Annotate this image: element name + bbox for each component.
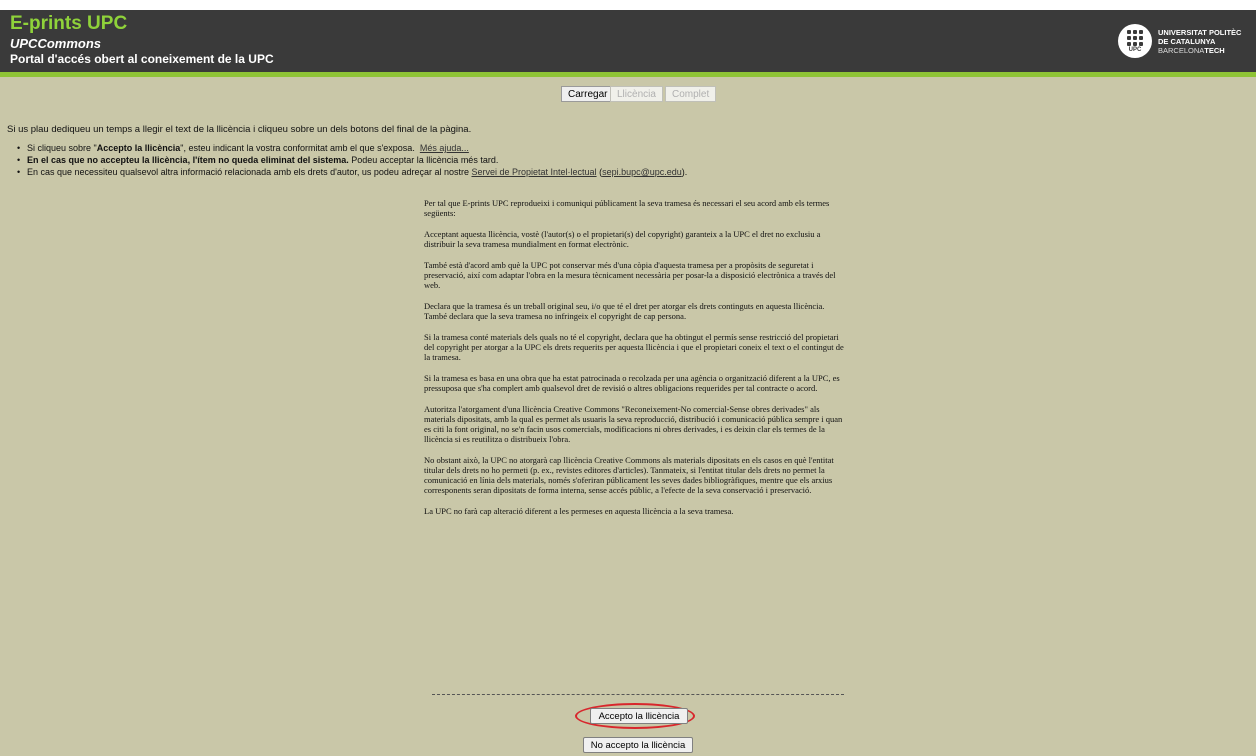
subtitle-c: C bbox=[37, 36, 47, 51]
instruction-item: En cas que necessiteu qualsevol altra in… bbox=[16, 166, 687, 178]
license-paragraph: Si la tramesa es basa en una obra que ha… bbox=[424, 373, 840, 393]
intro-text: Si us plau dediqueu un temps a llegir el… bbox=[7, 124, 472, 135]
logo-line-2: DE CATALUNYA bbox=[1158, 37, 1216, 46]
decline-license-button[interactable]: No accepto la llicència bbox=[583, 737, 693, 753]
accept-license-button[interactable]: Accepto la llicència bbox=[590, 708, 688, 724]
top-strip bbox=[0, 0, 1256, 10]
ip-service-link[interactable]: Servei de Propietat Intel·lectual bbox=[471, 167, 596, 177]
b1-post: ", esteu indicant la vostra conformitat … bbox=[180, 143, 415, 153]
b1-bold: Accepto la llicència bbox=[96, 143, 181, 153]
logo-line-1: UNIVERSITAT POLITÈC bbox=[1158, 28, 1242, 37]
logo-grid-icon bbox=[1127, 30, 1143, 46]
step-llicencia: Llicència bbox=[610, 86, 663, 102]
license-paragraph: La UPC no farà cap alteració diferent a … bbox=[424, 506, 734, 516]
license-text: Per tal que E-prints UPC reprodueixi i c… bbox=[424, 198, 844, 527]
upc-logo-icon: UPC bbox=[1118, 24, 1152, 58]
logo-line-3-light: BARCELONA bbox=[1158, 46, 1205, 55]
subtitle-suffix: ommons bbox=[46, 36, 102, 51]
subtitle-prefix: UPC bbox=[10, 36, 38, 51]
header-accent-bar bbox=[0, 72, 1256, 77]
b3-end: ). bbox=[681, 167, 688, 177]
page: E-prints UPC UPCCommons Portal d'accés o… bbox=[0, 0, 1256, 756]
b3-pre: En cas que necessiteu qualsevol altra in… bbox=[27, 167, 472, 177]
license-paragraph: No obstant això, la UPC no atorgarà cap … bbox=[424, 455, 834, 495]
license-paragraph: Per tal que E-prints UPC reprodueixi i c… bbox=[424, 198, 830, 218]
upc-logo[interactable]: UPC UNIVERSITAT POLITÈC DE CATALUNYA BAR… bbox=[1118, 24, 1256, 60]
site-tagline: Portal d'accés obert al coneixement de l… bbox=[10, 52, 274, 66]
logo-line-3: BARCELONATECH bbox=[1158, 46, 1241, 55]
license-paragraph: Acceptant aquesta llicència, vostè (l'au… bbox=[424, 229, 821, 249]
instruction-item: Si cliqueu sobre "Accepto la llicència",… bbox=[16, 142, 687, 154]
b1-pre: Si cliqueu sobre " bbox=[27, 143, 97, 153]
license-paragraph: Declara que la tramesa és un treball ori… bbox=[424, 301, 825, 321]
logo-line-3-bold: TECH bbox=[1204, 46, 1225, 55]
step-carregar[interactable]: Carregar bbox=[561, 86, 615, 102]
site-header: E-prints UPC UPCCommons Portal d'accés o… bbox=[0, 10, 1256, 72]
logo-text: UNIVERSITAT POLITÈC DE CATALUNYA BARCELO… bbox=[1158, 28, 1241, 55]
help-link[interactable]: Més ajuda... bbox=[420, 143, 469, 153]
license-paragraph: Autoritza l'atorgament d'una llicència C… bbox=[424, 404, 843, 444]
site-title[interactable]: E-prints UPC bbox=[10, 13, 127, 35]
b2-post: Podeu acceptar la llicència més tard. bbox=[348, 155, 499, 165]
license-paragraph: Si la tramesa conté materials dels quals… bbox=[424, 332, 844, 362]
email-link[interactable]: sepi.bupc@upc.edu bbox=[602, 167, 682, 177]
dashed-divider bbox=[432, 694, 844, 695]
instruction-list: Si cliqueu sobre "Accepto la llicència",… bbox=[16, 142, 687, 178]
b2-bold: En el cas que no accepteu la llicència, … bbox=[27, 155, 349, 165]
license-paragraph: També està d'acord amb què la UPC pot co… bbox=[424, 260, 836, 290]
site-subtitle: UPCCommons bbox=[10, 36, 101, 51]
step-complet: Complet bbox=[665, 86, 717, 102]
instruction-item: En el cas que no accepteu la llicència, … bbox=[16, 154, 687, 166]
logo-abbr: UPC bbox=[1128, 47, 1142, 53]
